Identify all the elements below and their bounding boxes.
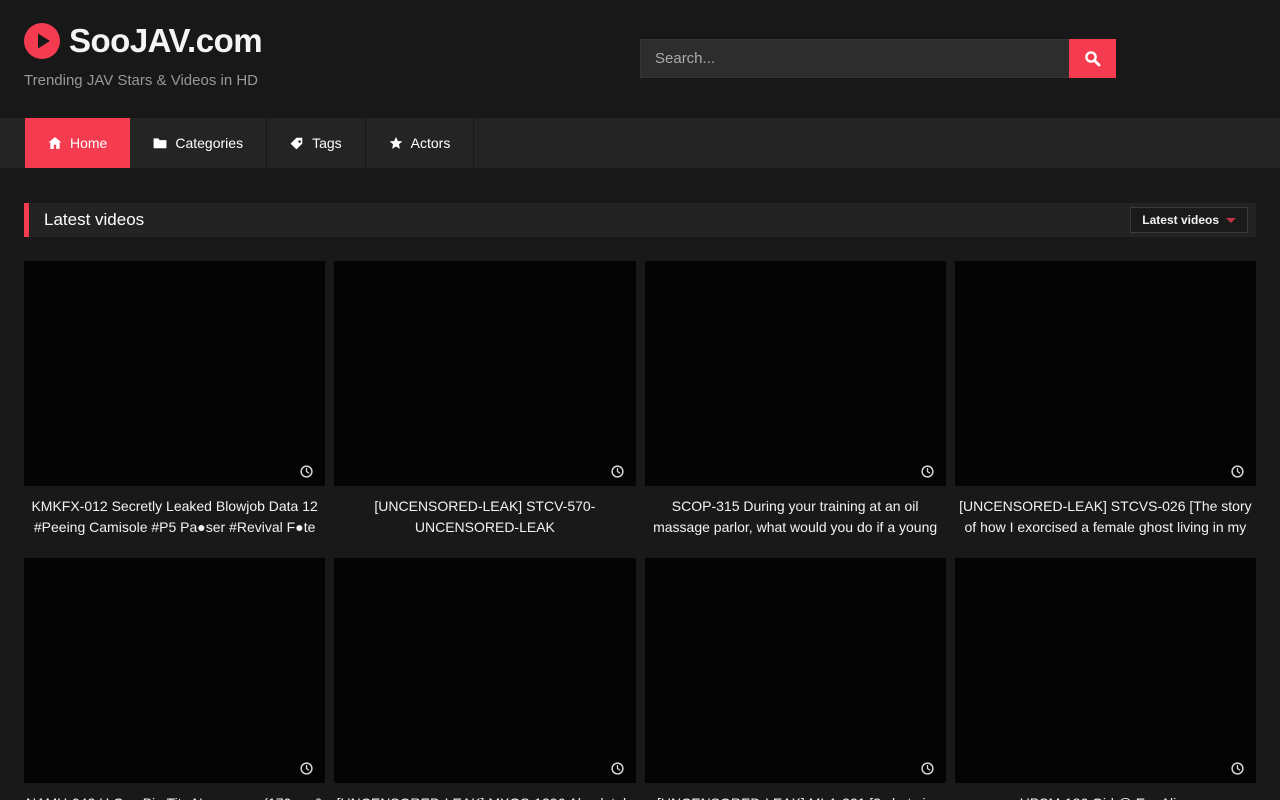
clock-icon: [611, 465, 624, 478]
video-card[interactable]: SCOP-315 During your training at an oil …: [645, 261, 946, 538]
video-title[interactable]: SCOP-315 During your training at an oil …: [645, 496, 946, 538]
video-card[interactable]: NAMH-042 H Cup Big Tits Newcomer (170cm …: [24, 558, 325, 800]
video-card[interactable]: UPSM-186 Girl @ Era Alice: [955, 558, 1256, 800]
main-nav: Home Categories Tags Actors: [0, 118, 1280, 168]
site-tagline: Trending JAV Stars & Videos in HD: [24, 72, 258, 89]
clock-icon: [921, 762, 934, 775]
video-title[interactable]: [UNCENSORED-LEAK] MXGS-1296 Absolutely: [334, 793, 635, 800]
chevron-down-icon: [1226, 218, 1236, 223]
clock-icon: [921, 465, 934, 478]
clock-icon: [300, 762, 313, 775]
nav-item-categories[interactable]: Categories: [130, 118, 267, 168]
section-title: Latest videos: [44, 210, 144, 230]
sort-dropdown[interactable]: Latest videos: [1130, 207, 1248, 233]
video-title[interactable]: UPSM-186 Girl @ Era Alice: [955, 793, 1256, 800]
video-thumbnail[interactable]: [645, 261, 946, 486]
video-thumbnail[interactable]: [955, 558, 1256, 783]
video-card[interactable]: [UNCENSORED-LEAK] STCVS-026 [The story o…: [955, 261, 1256, 538]
sort-dropdown-label: Latest videos: [1142, 213, 1219, 227]
video-title[interactable]: [UNCENSORED-LEAK] MLA-231 [3 shots in: [645, 793, 946, 800]
main-content: Latest videos Latest videos KMKFX-012 Se…: [24, 203, 1256, 800]
tag-icon: [290, 136, 304, 150]
search-icon: [1084, 50, 1101, 67]
video-card[interactable]: [UNCENSORED-LEAK] MXGS-1296 Absolutely: [334, 558, 635, 800]
nav-item-tags[interactable]: Tags: [267, 118, 366, 168]
video-title[interactable]: [UNCENSORED-LEAK] STCV-570-UNCENSORED-LE…: [334, 496, 635, 538]
section-header: Latest videos Latest videos: [24, 203, 1256, 237]
clock-icon: [611, 762, 624, 775]
section-accent-bar: [24, 203, 29, 237]
video-title[interactable]: NAMH-042 H Cup Big Tits Newcomer (170cm …: [24, 793, 325, 800]
search-input[interactable]: [640, 39, 1069, 78]
site-title: SooJAV.com: [69, 22, 262, 60]
nav-item-actors[interactable]: Actors: [366, 118, 475, 168]
play-icon: [24, 23, 60, 59]
video-title[interactable]: KMKFX-012 Secretly Leaked Blowjob Data 1…: [24, 496, 325, 538]
video-thumbnail[interactable]: [645, 558, 946, 783]
clock-icon: [300, 465, 313, 478]
video-card[interactable]: KMKFX-012 Secretly Leaked Blowjob Data 1…: [24, 261, 325, 538]
video-thumbnail[interactable]: [24, 261, 325, 486]
star-icon: [389, 136, 403, 150]
video-thumbnail[interactable]: [955, 261, 1256, 486]
video-grid: KMKFX-012 Secretly Leaked Blowjob Data 1…: [24, 261, 1256, 800]
search-form: [640, 39, 1116, 78]
video-thumbnail[interactable]: [334, 558, 635, 783]
site-header: SooJAV.com Trending JAV Stars & Videos i…: [0, 0, 1280, 118]
video-title[interactable]: [UNCENSORED-LEAK] STCVS-026 [The story o…: [955, 496, 1256, 538]
search-button[interactable]: [1069, 39, 1116, 78]
nav-label: Home: [70, 135, 107, 151]
video-card[interactable]: [UNCENSORED-LEAK] MLA-231 [3 shots in: [645, 558, 946, 800]
logo[interactable]: SooJAV.com: [24, 22, 262, 60]
folder-icon: [153, 136, 167, 150]
nav-label: Tags: [312, 135, 342, 151]
clock-icon: [1231, 465, 1244, 478]
clock-icon: [1231, 762, 1244, 775]
video-thumbnail[interactable]: [334, 261, 635, 486]
nav-item-home[interactable]: Home: [25, 118, 130, 168]
home-icon: [48, 136, 62, 150]
video-card[interactable]: [UNCENSORED-LEAK] STCV-570-UNCENSORED-LE…: [334, 261, 635, 538]
video-thumbnail[interactable]: [24, 558, 325, 783]
nav-label: Actors: [411, 135, 451, 151]
nav-label: Categories: [175, 135, 243, 151]
